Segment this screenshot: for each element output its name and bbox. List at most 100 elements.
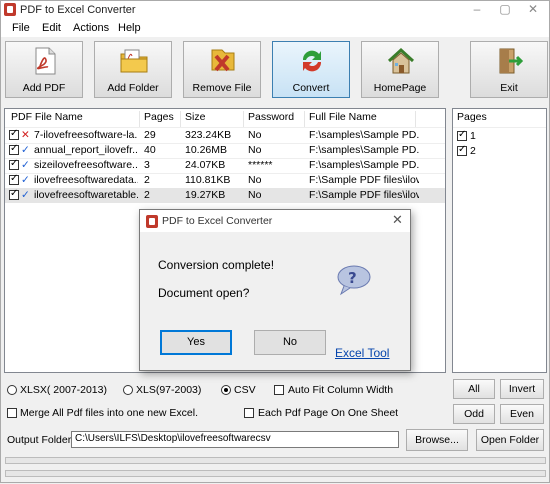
browse-button[interactable]: Browse... [406, 429, 468, 451]
exit-button[interactable]: Exit [470, 41, 548, 98]
page-checkbox[interactable] [457, 129, 467, 141]
column-header-name[interactable]: PDF File Name [8, 111, 140, 127]
convert-label: Convert [292, 82, 330, 94]
row-full-name: F:\samples\Sample PD... [309, 159, 419, 171]
row-checkbox[interactable] [9, 188, 19, 200]
column-header-full-name[interactable]: Full File Name [306, 111, 416, 127]
no-button[interactable]: No [254, 330, 326, 355]
menu-help[interactable]: Help [118, 22, 141, 34]
table-row[interactable]: ✓ sizeilovefreesoftware.... 3 24.07KB **… [5, 158, 445, 173]
dialog-close-icon[interactable]: ✕ [392, 212, 403, 228]
row-size: 19.27KB [185, 189, 226, 201]
folder-icon [120, 49, 148, 73]
close-window-button[interactable]: ✕ [519, 1, 547, 19]
menu-bar: File Edit Actions Help [1, 19, 549, 37]
row-status-ok-icon: ✓ [21, 144, 30, 156]
column-header-size[interactable]: Size [182, 111, 244, 127]
merge-checkbox[interactable] [7, 408, 17, 418]
excel-tool-link[interactable]: Excel Tool [335, 346, 389, 360]
open-folder-button[interactable]: Open Folder [476, 429, 544, 451]
row-password: No [248, 189, 262, 201]
row-password: No [248, 144, 262, 156]
dialog-title: PDF to Excel Converter [162, 215, 273, 227]
table-row[interactable]: ✓ annual_report_ilovefr... 40 10.26MB No… [5, 143, 445, 158]
options-area: XLSX( 2007-2013) XLS(97-2003) CSV Auto F… [1, 379, 550, 484]
xlsx-label: XLSX( 2007-2013) [20, 384, 107, 396]
table-row[interactable]: ✕ 7-ilovefreesoftware-la... 29 323.24KB … [5, 128, 445, 143]
page-number: 2 [470, 145, 476, 157]
row-checkbox[interactable] [9, 173, 19, 185]
page-item[interactable]: 2 [453, 144, 546, 159]
add-folder-button[interactable]: Add Folder [94, 41, 172, 98]
convert-arrows-icon [302, 50, 322, 72]
home-icon [387, 47, 415, 74]
maximize-button[interactable]: ▢ [491, 1, 519, 19]
remove-file-button[interactable]: Remove File [183, 41, 261, 98]
output-folder-input[interactable]: C:\Users\ILFS\Desktop\ilovefreesoftwarec… [71, 431, 399, 448]
row-checkbox[interactable] [9, 143, 19, 155]
table-row[interactable]: ✓ ilovefreesoftwaredata... 2 110.81KB No… [5, 173, 445, 188]
row-pages: 29 [144, 129, 156, 141]
row-size: 323.24KB [185, 129, 232, 141]
convert-button[interactable]: Convert [272, 41, 350, 98]
output-folder-label: Output Folder: [7, 434, 75, 446]
dialog-app-icon [146, 215, 158, 228]
xlsx-radio[interactable] [7, 385, 17, 395]
add-pdf-button[interactable]: Add PDF [5, 41, 83, 98]
dialog-message-complete: Conversion complete! [158, 258, 275, 272]
row-pages: 40 [144, 144, 156, 156]
row-checkbox[interactable] [9, 158, 19, 170]
row-checkbox[interactable] [9, 128, 19, 140]
each-page-checkbox[interactable] [244, 408, 254, 418]
merge-label: Merge All Pdf files into one new Excel. [20, 407, 199, 419]
row-full-name: F:\samples\Sample PD... [309, 144, 419, 156]
page-item[interactable]: 1 [453, 129, 546, 144]
page-number: 1 [470, 130, 476, 142]
homepage-label: HomePage [373, 82, 427, 94]
add-pdf-label: Add PDF [22, 82, 66, 94]
toolbar: Add PDF Add Folder Remove File Convert H… [1, 38, 549, 100]
row-file-name: ilovefreesoftwaretable... [34, 189, 138, 201]
homepage-button[interactable]: HomePage [361, 41, 439, 98]
row-status-ok-icon: ✓ [21, 174, 30, 186]
dialog-message-open: Document open? [158, 286, 250, 300]
add-folder-label: Add Folder [107, 82, 159, 94]
question-bubble-icon: ? [337, 265, 371, 296]
row-size: 110.81KB [185, 174, 231, 186]
autofit-label: Auto Fit Column Width [288, 384, 394, 396]
xls-label: XLS(97-2003) [136, 384, 202, 396]
invert-button[interactable]: Invert [500, 379, 544, 399]
menu-file[interactable]: File [12, 22, 30, 34]
exit-label: Exit [500, 82, 518, 94]
odd-button[interactable]: Odd [453, 404, 495, 424]
minimize-button[interactable]: – [463, 1, 491, 19]
row-file-name: annual_report_ilovefr... [34, 144, 138, 156]
column-header-password[interactable]: Password [245, 111, 305, 127]
page-checkbox[interactable] [457, 144, 467, 156]
row-full-name: F:\Sample PDF files\ilov... [309, 189, 419, 201]
row-pages: 3 [144, 159, 150, 171]
xls-radio[interactable] [123, 385, 133, 395]
row-password: No [248, 129, 262, 141]
app-window: PDF to Excel Converter – ▢ ✕ File Edit A… [0, 0, 550, 483]
pdf-file-icon [35, 47, 56, 75]
column-header-pages[interactable]: Pages [141, 111, 181, 127]
menu-actions[interactable]: Actions [73, 22, 109, 34]
autofit-checkbox[interactable] [274, 385, 284, 395]
pages-header: Pages [457, 111, 487, 123]
row-password: ****** [248, 159, 273, 171]
conversion-dialog: PDF to Excel Converter ✕ Conversion comp… [139, 209, 411, 371]
pages-list[interactable]: Pages 1 2 [452, 108, 547, 373]
row-status-ok-icon: ✓ [21, 159, 30, 171]
select-all-button[interactable]: All [453, 379, 495, 399]
app-icon [4, 3, 16, 16]
row-size: 10.26MB [185, 144, 228, 156]
yes-button[interactable]: Yes [160, 330, 232, 355]
progress-bar-secondary [5, 470, 546, 477]
remove-file-icon [211, 49, 235, 72]
even-button[interactable]: Even [500, 404, 544, 424]
svg-text:?: ? [348, 269, 357, 287]
menu-edit[interactable]: Edit [42, 22, 61, 34]
csv-radio[interactable] [221, 385, 231, 395]
table-row[interactable]: ✓ ilovefreesoftwaretable... 2 19.27KB No… [5, 188, 445, 203]
